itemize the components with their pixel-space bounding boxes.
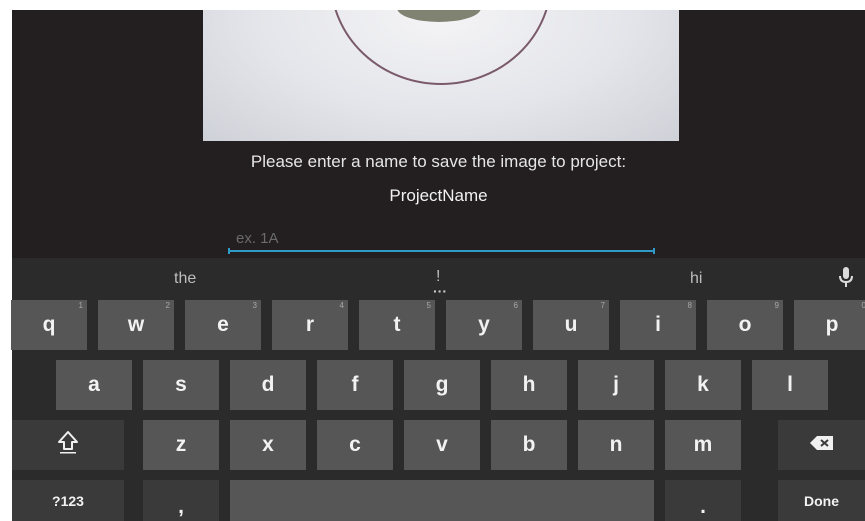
screen: Please enter a name to save the image to… — [0, 0, 865, 521]
key-l[interactable]: l — [752, 360, 828, 410]
key-number-hint: 3 — [252, 301, 257, 310]
symbols-key[interactable]: ?123 — [12, 480, 124, 521]
key-p[interactable]: p0 — [794, 300, 865, 350]
image-name-input[interactable] — [228, 226, 655, 252]
key-label: o — [738, 313, 752, 336]
key-h[interactable]: h — [491, 360, 567, 410]
key-t[interactable]: t5 — [359, 300, 435, 350]
key-number-hint: 7 — [600, 301, 605, 310]
key-w[interactable]: w2 — [98, 300, 174, 350]
key-k[interactable]: k — [665, 360, 741, 410]
key-number-hint: 5 — [426, 301, 431, 310]
key-number-hint: 6 — [513, 301, 518, 310]
mic-icon[interactable] — [838, 267, 854, 294]
key-number-hint: 9 — [774, 301, 779, 310]
key-i[interactable]: i8 — [620, 300, 696, 350]
key-s[interactable]: s — [143, 360, 219, 410]
done-key[interactable]: Done — [778, 480, 865, 521]
captured-image-preview — [203, 10, 679, 141]
key-label: w — [127, 313, 145, 336]
key-z[interactable]: z — [143, 420, 219, 470]
input-corner-right — [653, 248, 655, 254]
key-d[interactable]: d — [230, 360, 306, 410]
key-b[interactable]: b — [491, 420, 567, 470]
key-q[interactable]: q1 — [11, 300, 87, 350]
key-v[interactable]: v — [404, 420, 480, 470]
key-u[interactable]: u7 — [533, 300, 609, 350]
suggestion-left[interactable]: the — [174, 270, 196, 288]
input-corner-left — [228, 248, 230, 254]
key-number-hint: 2 — [165, 301, 170, 310]
key-number-hint: 4 — [339, 301, 344, 310]
soft-keyboard: the ! ··· hi q1w2e3r4t5y6u7i8o9p0 asdfgh… — [11, 258, 865, 521]
save-prompt-text: Please enter a name to save the image to… — [250, 152, 627, 171]
key-label: p — [825, 313, 839, 336]
project-name-label: ProjectName — [389, 186, 488, 205]
save-image-dialog: Please enter a name to save the image to… — [12, 10, 865, 258]
key-g[interactable]: g — [404, 360, 480, 410]
key-label: i — [655, 313, 661, 336]
key-c[interactable]: c — [317, 420, 393, 470]
shift-icon — [57, 430, 79, 460]
key-r[interactable]: r4 — [272, 300, 348, 350]
space-key[interactable] — [230, 480, 654, 521]
shift-key[interactable] — [12, 420, 124, 470]
key-label: e — [217, 313, 229, 336]
key-e[interactable]: e3 — [185, 300, 261, 350]
key-label: t — [393, 313, 401, 336]
suggestion-right[interactable]: hi — [690, 270, 702, 288]
more-suggestions-icon[interactable]: ··· — [433, 284, 447, 298]
key-f[interactable]: f — [317, 360, 393, 410]
key-o[interactable]: o9 — [707, 300, 783, 350]
key-j[interactable]: j — [578, 360, 654, 410]
comma-key[interactable]: , — [143, 480, 219, 521]
key-x[interactable]: x — [230, 420, 306, 470]
backspace-icon — [809, 433, 835, 457]
suggestion-strip: the ! ··· hi — [12, 258, 865, 298]
key-m[interactable]: m — [665, 420, 741, 470]
key-label: u — [564, 313, 578, 336]
backspace-key[interactable] — [778, 420, 865, 470]
period-key[interactable]: . — [665, 480, 741, 521]
key-number-hint: 0 — [861, 301, 865, 310]
key-n[interactable]: n — [578, 420, 654, 470]
key-y[interactable]: y6 — [446, 300, 522, 350]
key-number-hint: 8 — [687, 301, 692, 310]
key-label: q — [42, 313, 56, 336]
dish-image-graphic — [334, 10, 548, 85]
key-number-hint: 1 — [78, 301, 83, 310]
key-label: r — [305, 313, 315, 336]
key-label: y — [478, 313, 490, 336]
key-a[interactable]: a — [56, 360, 132, 410]
